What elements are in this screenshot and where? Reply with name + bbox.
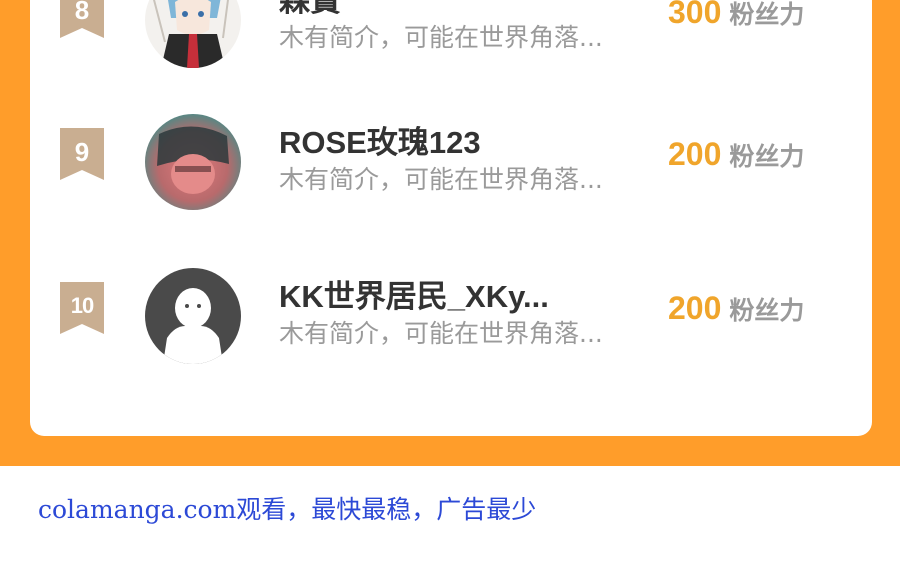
user-name[interactable]: ROSE玫瑰123 bbox=[279, 126, 639, 160]
rank-number: 10 bbox=[70, 293, 94, 318]
avatar[interactable] bbox=[145, 268, 241, 364]
leaderboard-card: 8 森寶 木有简介，可能在世界角落... 300 粉丝力 9 ROSE玫瑰123… bbox=[30, 0, 872, 436]
leaderboard-frame: 8 森寶 木有简介，可能在世界角落... 300 粉丝力 9 ROSE玫瑰123… bbox=[0, 0, 900, 466]
rank-number: 9 bbox=[74, 137, 90, 167]
user-description: 木有简介，可能在世界角落... bbox=[279, 319, 603, 348]
avatar[interactable] bbox=[145, 0, 241, 68]
score-unit: 粉丝力 bbox=[729, 0, 805, 29]
footer-watermark-text: colamanga.com观看，最快最稳，广告最少 bbox=[38, 495, 537, 524]
rank-badge: 9 bbox=[60, 128, 104, 180]
avatar[interactable] bbox=[145, 114, 241, 210]
rank-number: 8 bbox=[74, 0, 90, 25]
default-user-avatar-icon bbox=[145, 268, 241, 364]
fan-power-score: 200 粉丝力 bbox=[668, 290, 868, 327]
score-value: 300 bbox=[668, 0, 722, 30]
score-unit: 粉丝力 bbox=[729, 141, 805, 171]
fan-power-score: 200 粉丝力 bbox=[668, 136, 868, 173]
rank-badge: 8 bbox=[60, 0, 104, 38]
user-name[interactable]: KK世界居民_XKy... bbox=[279, 280, 639, 314]
user-description: 木有简介，可能在世界角落... bbox=[279, 165, 603, 194]
photo-avatar-icon bbox=[145, 114, 241, 210]
score-value: 200 bbox=[668, 290, 722, 326]
anime-character-avatar-icon bbox=[145, 0, 241, 68]
user-description: 木有简介，可能在世界角落... bbox=[279, 23, 603, 52]
leaderboard-row-9[interactable]: 9 ROSE玫瑰123 木有简介，可能在世界角落... 200 粉丝力 bbox=[30, 114, 872, 214]
leaderboard-row-10[interactable]: 10 KK世界居民_XKy... 木有简介，可能在世界角落... 200 粉丝力 bbox=[30, 268, 872, 368]
score-unit: 粉丝力 bbox=[729, 295, 805, 325]
rank-badge: 10 bbox=[60, 282, 104, 334]
leaderboard-row-8[interactable]: 8 森寶 木有简介，可能在世界角落... 300 粉丝力 bbox=[30, 0, 872, 72]
fan-power-score: 300 粉丝力 bbox=[668, 0, 868, 31]
score-value: 200 bbox=[668, 136, 722, 172]
user-name[interactable]: 森寶 bbox=[279, 0, 639, 18]
